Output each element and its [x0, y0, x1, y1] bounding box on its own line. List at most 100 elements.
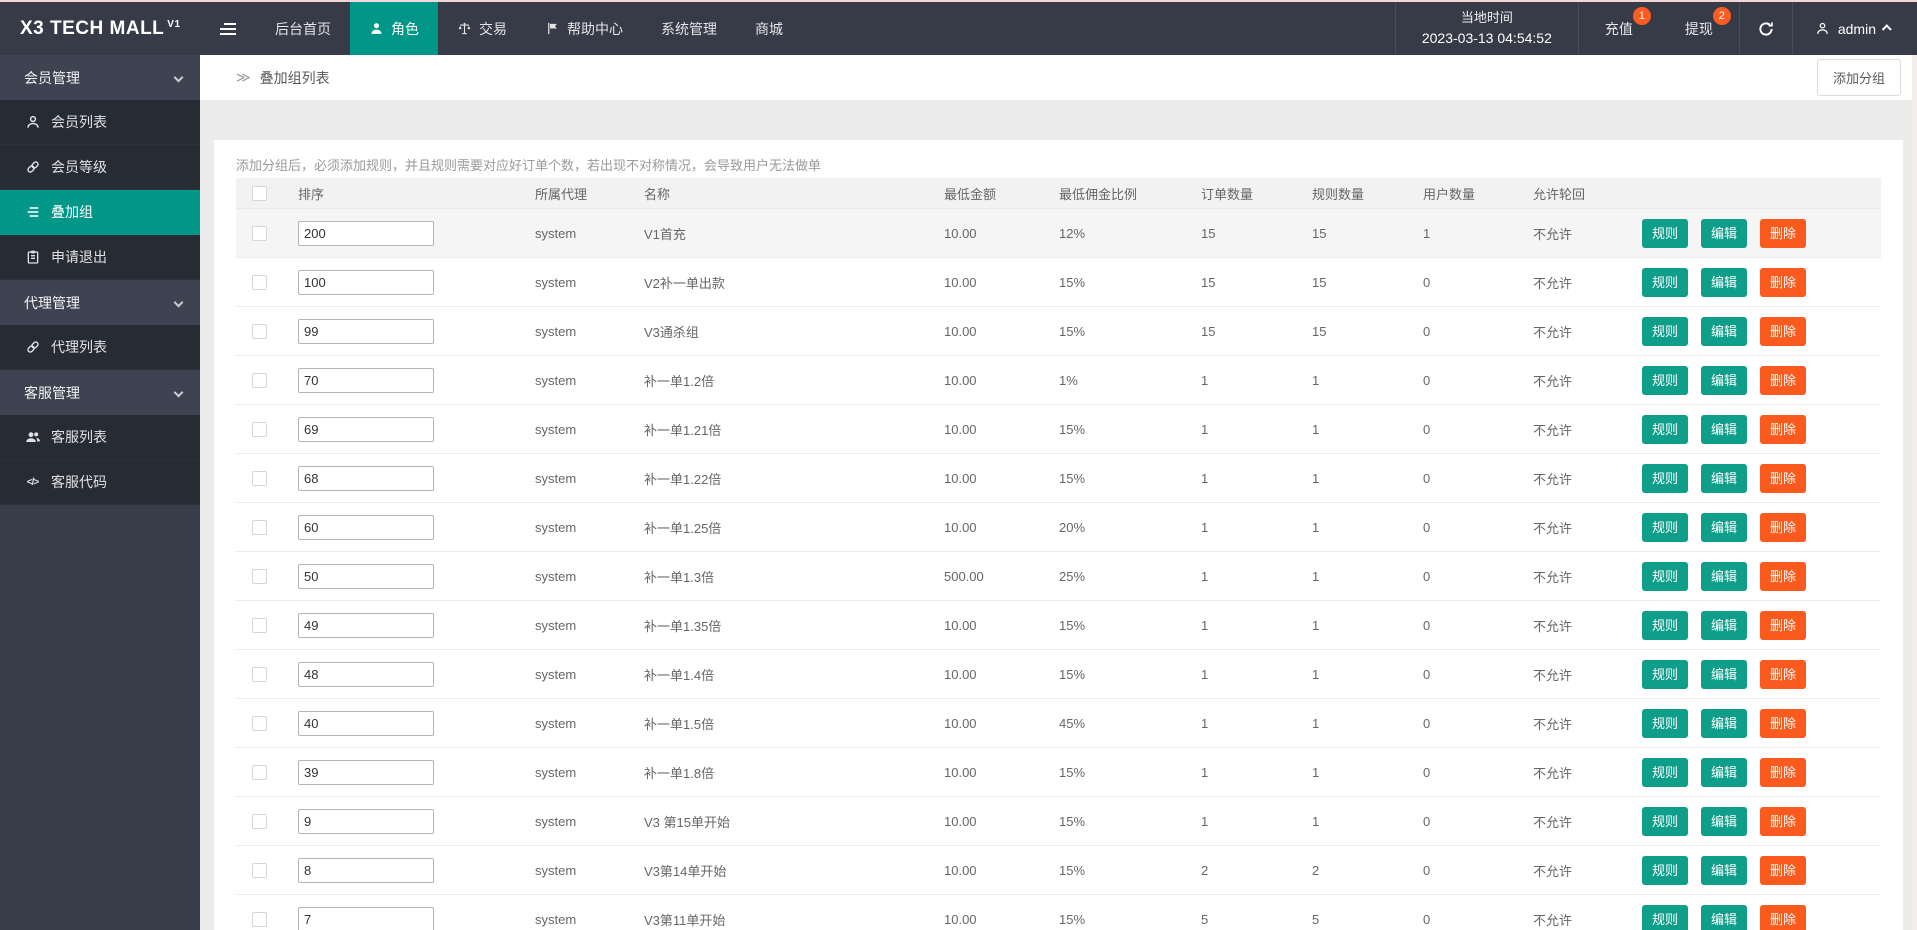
rule-button[interactable]: 规则: [1642, 218, 1689, 248]
sort-input[interactable]: [298, 269, 434, 295]
delete-button[interactable]: 删除: [1760, 708, 1807, 738]
row-checkbox[interactable]: [252, 274, 267, 290]
delete-button[interactable]: 删除: [1760, 463, 1807, 493]
row-checkbox[interactable]: [252, 715, 267, 731]
edit-button[interactable]: 编辑: [1701, 659, 1748, 689]
rule-button[interactable]: 规则: [1642, 512, 1689, 542]
edit-button[interactable]: 编辑: [1701, 757, 1748, 787]
sort-input[interactable]: [298, 808, 434, 834]
row-checkbox[interactable]: [252, 764, 267, 780]
delete-button[interactable]: 删除: [1760, 218, 1807, 248]
user-menu[interactable]: admin: [1793, 2, 1917, 55]
delete-button[interactable]: 删除: [1760, 267, 1807, 297]
recharge-button[interactable]: 充值 1: [1579, 2, 1659, 55]
delete-button[interactable]: 删除: [1760, 855, 1807, 885]
sidebar-item[interactable]: 会员等级: [0, 145, 200, 190]
rule-button[interactable]: 规则: [1642, 561, 1689, 591]
sort-input[interactable]: [298, 710, 434, 736]
rule-button[interactable]: 规则: [1642, 316, 1689, 346]
withdraw-button[interactable]: 提现 2: [1659, 2, 1739, 55]
nav-item[interactable]: 帮助中心: [526, 2, 642, 55]
cell-agent: system: [535, 470, 577, 486]
sort-input[interactable]: [298, 612, 434, 638]
sidebar-item[interactable]: 叠加组: [0, 190, 200, 235]
row-checkbox[interactable]: [252, 666, 267, 682]
add-group-button[interactable]: 添加分组: [1816, 59, 1901, 96]
sort-input[interactable]: [298, 759, 434, 785]
hamburger-icon[interactable]: [200, 2, 256, 55]
delete-button[interactable]: 删除: [1760, 610, 1807, 640]
sidebar-item[interactable]: 申请退出: [0, 235, 200, 280]
edit-button[interactable]: 编辑: [1701, 463, 1748, 493]
sidebar-item[interactable]: 代理列表: [0, 325, 200, 370]
edit-button[interactable]: 编辑: [1701, 806, 1748, 836]
sort-input[interactable]: [298, 367, 434, 393]
delete-button[interactable]: 删除: [1760, 806, 1807, 836]
sort-input[interactable]: [298, 465, 434, 491]
edit-button[interactable]: 编辑: [1701, 365, 1748, 395]
edit-button[interactable]: 编辑: [1701, 218, 1748, 248]
sidebar-item[interactable]: 客服管理: [0, 370, 200, 415]
edit-button[interactable]: 编辑: [1701, 708, 1748, 738]
nav-item[interactable]: 后台首页: [256, 2, 350, 55]
edit-button[interactable]: 编辑: [1701, 855, 1748, 885]
delete-button[interactable]: 删除: [1760, 757, 1807, 787]
sort-input[interactable]: [298, 661, 434, 687]
nav-item[interactable]: 交易: [438, 2, 526, 55]
sort-input[interactable]: [298, 416, 434, 442]
delete-button[interactable]: 删除: [1760, 659, 1807, 689]
select-all-checkbox[interactable]: [252, 185, 267, 201]
row-checkbox[interactable]: [252, 323, 267, 339]
sort-input[interactable]: [298, 906, 434, 930]
row-checkbox[interactable]: [252, 813, 267, 829]
row-checkbox[interactable]: [252, 421, 267, 437]
rule-button[interactable]: 规则: [1642, 757, 1689, 787]
rule-button[interactable]: 规则: [1642, 463, 1689, 493]
edit-button[interactable]: 编辑: [1701, 316, 1748, 346]
delete-button[interactable]: 删除: [1760, 512, 1807, 542]
sort-input[interactable]: [298, 857, 434, 883]
row-checkbox[interactable]: [252, 617, 267, 633]
row-checkbox[interactable]: [252, 568, 267, 584]
sort-input[interactable]: [298, 220, 434, 246]
delete-button[interactable]: 删除: [1760, 365, 1807, 395]
edit-button[interactable]: 编辑: [1701, 904, 1748, 930]
sidebar-item[interactable]: </> 客服代码: [0, 460, 200, 505]
rule-button[interactable]: 规则: [1642, 855, 1689, 885]
rule-button[interactable]: 规则: [1642, 708, 1689, 738]
row-checkbox[interactable]: [252, 519, 267, 535]
edit-button[interactable]: 编辑: [1701, 561, 1748, 591]
nav-item[interactable]: 系统管理: [642, 2, 736, 55]
edit-button[interactable]: 编辑: [1701, 512, 1748, 542]
rule-button[interactable]: 规则: [1642, 806, 1689, 836]
row-checkbox[interactable]: [252, 372, 267, 388]
scrollbar[interactable]: [1912, 55, 1917, 930]
nav-item[interactable]: 角色: [350, 2, 438, 55]
sort-input[interactable]: [298, 318, 434, 344]
rule-button[interactable]: 规则: [1642, 365, 1689, 395]
rule-button[interactable]: 规则: [1642, 267, 1689, 297]
sidebar-item[interactable]: 会员列表: [0, 100, 200, 145]
rule-button[interactable]: 规则: [1642, 610, 1689, 640]
delete-button[interactable]: 删除: [1760, 316, 1807, 346]
edit-button[interactable]: 编辑: [1701, 610, 1748, 640]
sidebar-item[interactable]: 代理管理: [0, 280, 200, 325]
rule-button[interactable]: 规则: [1642, 414, 1689, 444]
rule-button[interactable]: 规则: [1642, 904, 1689, 930]
delete-button[interactable]: 删除: [1760, 561, 1807, 591]
nav-item[interactable]: 商城: [736, 2, 802, 55]
edit-button[interactable]: 编辑: [1701, 267, 1748, 297]
rule-button[interactable]: 规则: [1642, 659, 1689, 689]
row-checkbox[interactable]: [252, 225, 267, 241]
row-checkbox[interactable]: [252, 911, 267, 927]
edit-button[interactable]: 编辑: [1701, 414, 1748, 444]
sidebar-item[interactable]: 客服列表: [0, 415, 200, 460]
sidebar-item[interactable]: 会员管理: [0, 55, 200, 100]
sort-input[interactable]: [298, 563, 434, 589]
delete-button[interactable]: 删除: [1760, 904, 1807, 930]
row-checkbox[interactable]: [252, 862, 267, 878]
row-checkbox[interactable]: [252, 470, 267, 486]
delete-button[interactable]: 删除: [1760, 414, 1807, 444]
refresh-button[interactable]: [1740, 2, 1792, 55]
sort-input[interactable]: [298, 514, 434, 540]
